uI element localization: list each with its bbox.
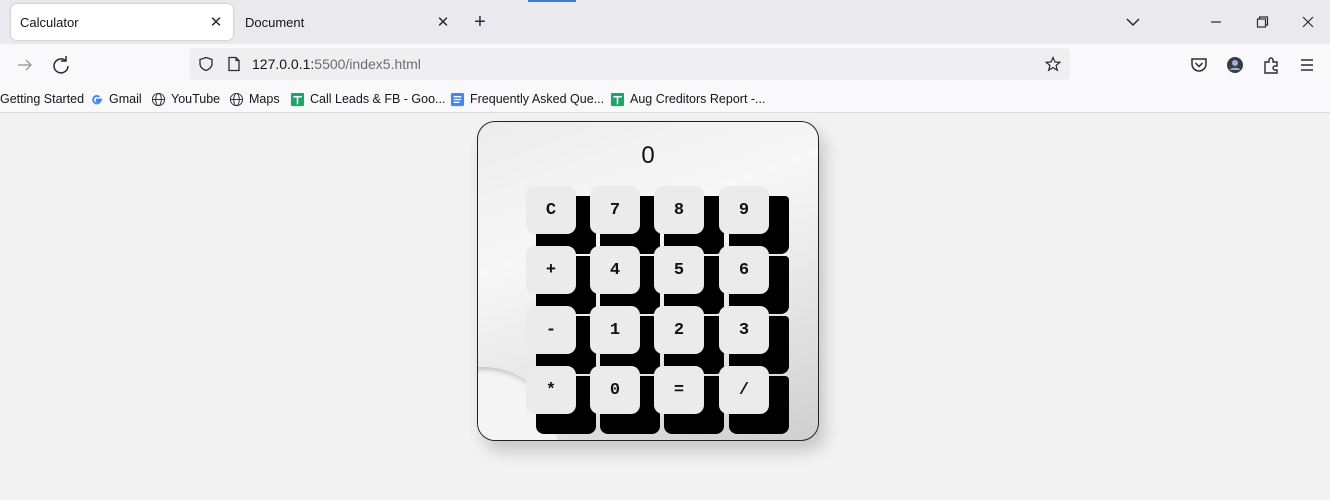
account-avatar-icon[interactable] [1223,53,1247,77]
key-label: 8 [654,186,704,234]
url-bar[interactable]: 127.0.0.1:5500/index5.html [190,48,1070,80]
key-label: - [526,306,576,354]
tab-calculator[interactable]: Calculator ✕ [11,4,233,40]
chevron-down-icon[interactable] [1122,12,1144,32]
page-icon[interactable] [226,56,242,72]
reload-icon[interactable] [49,53,73,77]
calculator-display: 0 [641,142,655,169]
calculator: 0 C 7 8 9 + 4 5 6 - 1 2 3 * 0 = / [477,121,819,441]
star-icon[interactable] [1045,56,1061,72]
bookmark-label: Maps [249,92,280,106]
new-tab-button[interactable]: + [468,10,492,34]
bookmark-label: Gmail [109,92,142,106]
bookmarks-toolbar: Getting Started Gmail YouTube Maps Call … [0,85,1330,113]
url-text: 127.0.0.1:5500/index5.html [252,56,421,72]
key-label: * [526,366,576,414]
extensions-icon[interactable] [1259,53,1283,77]
key-label: = [654,366,704,414]
key-label: 1 [590,306,640,354]
sheets-icon [610,92,625,106]
tab-title: Document [245,14,305,30]
key-label: 6 [719,246,769,294]
tab-document[interactable]: Document ✕ [236,4,460,40]
restore-icon[interactable] [1250,10,1274,34]
shield-icon[interactable] [198,56,214,72]
bookmark-label: Getting Started [0,92,85,106]
bookmark-call-leads[interactable]: Call Leads & FB - Goo... [290,90,445,108]
tab-strip: Calculator ✕ Document ✕ + [0,0,1330,44]
bookmark-label: Aug Creditors Report -... [630,92,766,106]
bookmark-label: Frequently Asked Que... [470,92,605,106]
google-icon [92,94,103,104]
key-label: 4 [590,246,640,294]
close-icon[interactable]: ✕ [203,13,229,31]
bookmark-label: Call Leads & FB - Goo... [310,92,446,106]
globe-icon [229,92,244,106]
key-label: C [526,186,576,234]
tab-indicator [528,0,576,2]
key-0[interactable]: 0 [590,366,660,434]
bookmark-aug-creditors[interactable]: Aug Creditors Report -... [610,90,765,108]
close-window-icon[interactable] [1296,10,1320,34]
key-label: 7 [590,186,640,234]
key-divide[interactable]: / [719,366,789,434]
key-label: 0 [590,366,640,414]
bookmark-getting-started[interactable]: Getting Started [0,90,84,108]
bookmark-label: YouTube [171,92,221,106]
bookmark-youtube[interactable]: YouTube [151,90,220,108]
forward-icon[interactable] [13,53,37,77]
globe-icon [151,92,166,106]
key-multiply[interactable]: * [526,366,596,434]
bookmark-gmail[interactable]: Gmail [89,90,142,108]
pocket-icon[interactable] [1187,53,1211,77]
docs-icon [450,92,465,106]
key-label: 9 [719,186,769,234]
close-icon[interactable]: ✕ [430,13,456,31]
key-label: 5 [654,246,704,294]
url-path: 5500/index5.html [314,56,421,72]
nav-bar: 127.0.0.1:5500/index5.html [0,44,1330,85]
minimize-icon[interactable] [1204,10,1228,34]
key-label: + [526,246,576,294]
menu-icon[interactable] [1295,53,1319,77]
key-label: / [719,366,769,414]
key-equals[interactable]: = [654,366,724,434]
url-host: 127.0.0.1: [252,56,315,72]
key-label: 2 [654,306,704,354]
tab-title: Calculator [20,14,79,30]
key-label: 3 [719,306,769,354]
bookmark-faq[interactable]: Frequently Asked Que... [450,90,604,108]
bookmark-maps[interactable]: Maps [229,90,280,108]
sheets-icon [290,92,305,106]
